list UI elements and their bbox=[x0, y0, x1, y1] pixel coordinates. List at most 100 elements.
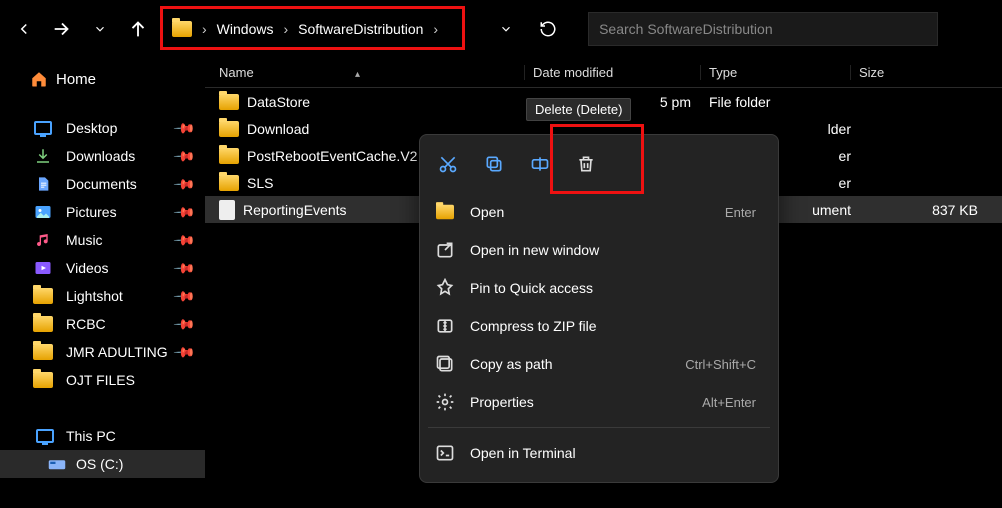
chevron-right-icon: › bbox=[283, 21, 288, 37]
music-icon bbox=[34, 231, 52, 249]
context-menu: OpenEnter Open in new window Pin to Quick … bbox=[419, 134, 779, 483]
tooltip-delete: Delete (Delete) bbox=[526, 98, 631, 121]
pin-icon bbox=[434, 278, 456, 298]
sidebar-item-label: RCBC bbox=[66, 316, 106, 332]
home-icon bbox=[30, 70, 48, 88]
sidebar-item-downloads[interactable]: Downloads 📌 bbox=[0, 142, 205, 170]
recent-dropdown[interactable] bbox=[82, 11, 118, 47]
breadcrumb[interactable]: › Windows › SoftwareDistribution › bbox=[164, 12, 450, 46]
menu-item-label: Properties bbox=[470, 394, 534, 410]
pin-icon: 📌 bbox=[172, 340, 196, 364]
menu-item-copy-as-path[interactable]: Copy as path Ctrl+Shift+C bbox=[426, 345, 772, 383]
menu-item-compress-to-zip-file[interactable]: Compress to ZIP file bbox=[426, 307, 772, 345]
copy-path-icon bbox=[434, 354, 456, 374]
menu-item-label: Pin to Quick access bbox=[470, 280, 593, 296]
sidebar-this-pc[interactable]: This PC bbox=[0, 422, 205, 450]
file-name: SLS bbox=[247, 175, 273, 191]
file-icon bbox=[219, 200, 235, 220]
address-dropdown[interactable] bbox=[486, 11, 526, 47]
cut-button[interactable] bbox=[428, 145, 468, 183]
file-size: 837 KB bbox=[851, 202, 1002, 218]
sidebar-item-rcbc[interactable]: RCBC 📌 bbox=[0, 310, 205, 338]
sidebar-item-ojt-files[interactable]: OJT FILES bbox=[0, 366, 205, 394]
column-label: Date modified bbox=[533, 65, 613, 80]
sidebar-item-label: Downloads bbox=[66, 148, 135, 164]
column-date[interactable]: Date modified bbox=[525, 65, 701, 80]
pc-icon bbox=[36, 427, 54, 445]
search-placeholder: Search SoftwareDistribution bbox=[599, 21, 773, 37]
column-label: Type bbox=[709, 65, 737, 80]
open-icon bbox=[434, 204, 456, 220]
file-name: PostRebootEventCache.V2 bbox=[247, 148, 417, 164]
folder-icon bbox=[219, 94, 239, 110]
rename-button[interactable] bbox=[520, 145, 560, 183]
menu-item-open-in-new-window[interactable]: Open in new window bbox=[426, 231, 772, 269]
column-size[interactable]: Size bbox=[851, 65, 1002, 80]
sidebar: Home Desktop📌Downloads📌Documents📌Picture… bbox=[0, 58, 205, 508]
pin-icon: 📌 bbox=[172, 228, 196, 252]
sidebar-item-label: Desktop bbox=[66, 120, 117, 136]
sidebar-item-label: Lightshot bbox=[66, 288, 123, 304]
folder-icon bbox=[219, 175, 239, 191]
monitor-icon bbox=[34, 119, 52, 137]
search-input[interactable]: Search SoftwareDistribution bbox=[588, 12, 938, 46]
column-headers: Name ▴ Date modified Type Size bbox=[205, 58, 1002, 88]
toolbar: › Windows › SoftwareDistribution › Searc… bbox=[0, 0, 1002, 58]
back-button[interactable] bbox=[6, 11, 42, 47]
forward-button[interactable] bbox=[44, 11, 80, 47]
menu-item-shortcut: Ctrl+Shift+C bbox=[685, 357, 756, 372]
tooltip-text: Delete (Delete) bbox=[535, 102, 622, 117]
menu-item-open-in-terminal[interactable]: Open in Terminal bbox=[426, 434, 772, 472]
menu-item-properties[interactable]: Properties Alt+Enter bbox=[426, 383, 772, 421]
address-bar[interactable]: › Windows › SoftwareDistribution › bbox=[164, 12, 450, 46]
sidebar-item-label: Music bbox=[66, 232, 103, 248]
pin-icon: 📌 bbox=[172, 144, 196, 168]
sidebar-item-documents[interactable]: Documents📌 bbox=[0, 170, 205, 198]
pictures-icon bbox=[34, 203, 52, 221]
pin-icon: 📌 bbox=[172, 200, 196, 224]
column-type[interactable]: Type bbox=[701, 65, 851, 80]
column-name[interactable]: Name ▴ bbox=[205, 65, 525, 80]
menu-item-open[interactable]: OpenEnter bbox=[426, 193, 772, 231]
sidebar-item-jmr-adulting[interactable]: JMR ADULTING📌 bbox=[0, 338, 205, 366]
copy-button[interactable] bbox=[474, 145, 514, 183]
menu-separator bbox=[428, 427, 770, 428]
sidebar-item-music[interactable]: Music 📌 bbox=[0, 226, 205, 254]
sidebar-item-desktop[interactable]: Desktop📌 bbox=[0, 114, 205, 142]
file-name: DataStore bbox=[247, 94, 310, 110]
chevron-right-icon: › bbox=[202, 21, 207, 37]
sort-up-icon: ▴ bbox=[355, 69, 360, 80]
folder-icon bbox=[172, 21, 192, 37]
sidebar-drive-os[interactable]: OS (C:) bbox=[0, 450, 205, 478]
new-window-icon bbox=[434, 240, 456, 260]
breadcrumb-segment[interactable]: SoftwareDistribution bbox=[298, 21, 423, 37]
menu-item-label: Open in Terminal bbox=[470, 445, 576, 461]
sidebar-item-label: This PC bbox=[66, 428, 116, 444]
up-button[interactable] bbox=[120, 11, 156, 47]
folder-icon bbox=[219, 148, 239, 164]
breadcrumb-segment[interactable]: Windows bbox=[217, 21, 274, 37]
folder-icon bbox=[34, 371, 52, 389]
refresh-button[interactable] bbox=[528, 11, 568, 47]
sidebar-item-label: Pictures bbox=[66, 204, 117, 220]
terminal-icon bbox=[434, 443, 456, 463]
pin-icon: 📌 bbox=[172, 312, 196, 336]
sidebar-item-videos[interactable]: Videos📌 bbox=[0, 254, 205, 282]
properties-icon bbox=[434, 392, 456, 412]
sidebar-home[interactable]: Home bbox=[0, 62, 205, 96]
menu-item-label: Open in new window bbox=[470, 242, 599, 258]
context-menu-quick-actions bbox=[426, 145, 772, 193]
file-list: Name ▴ Date modified Type Size DataStore… bbox=[205, 58, 1002, 508]
sidebar-item-label: OS (C:) bbox=[76, 456, 123, 472]
menu-item-label: Open bbox=[470, 204, 504, 220]
menu-item-shortcut: Alt+Enter bbox=[702, 395, 756, 410]
sidebar-item-pictures[interactable]: Pictures 📌 bbox=[0, 198, 205, 226]
file-name: Download bbox=[247, 121, 309, 137]
sidebar-item-label: OJT FILES bbox=[66, 372, 135, 388]
sidebar-item-lightshot[interactable]: Lightshot 📌 bbox=[0, 282, 205, 310]
delete-button[interactable] bbox=[566, 145, 606, 183]
menu-item-pin-to-quick-access[interactable]: Pin to Quick access bbox=[426, 269, 772, 307]
download-icon bbox=[34, 147, 52, 165]
pin-icon: 📌 bbox=[172, 284, 196, 308]
menu-item-label: Copy as path bbox=[470, 356, 553, 372]
